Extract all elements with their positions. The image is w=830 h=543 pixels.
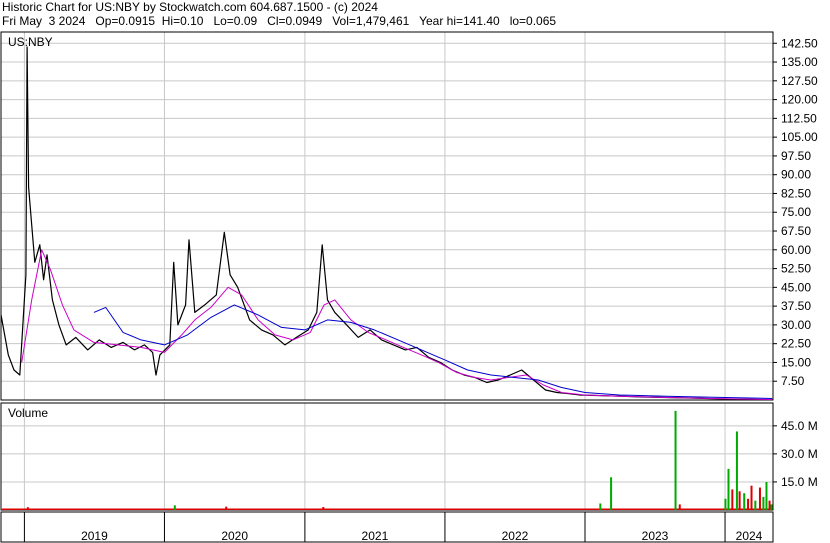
year-label: 2022 — [502, 529, 529, 543]
volume-axis: 45.0 M 30.0 M 15.0 M — [773, 419, 818, 489]
volume-bar — [322, 507, 325, 510]
volume-baseline — [2, 508, 772, 510]
price-tick-label: 112.50 — [781, 111, 817, 125]
volume-bar — [735, 431, 738, 510]
volume-bar — [758, 487, 761, 510]
price-tick-label: 127.50 — [781, 74, 818, 88]
volume-bar — [754, 500, 757, 510]
year-label: 2021 — [362, 529, 389, 543]
price-panel-label: US:NBY — [8, 35, 53, 49]
price-tick-label: 52.50 — [781, 262, 811, 276]
price-tick-label: 60.00 — [781, 243, 811, 257]
price-tick-label: 82.50 — [781, 186, 811, 200]
price-tick-label: 22.50 — [781, 337, 811, 351]
year-axis: 2019 2020 2021 2022 2023 2024 — [23, 512, 763, 543]
price-tick-label: 90.00 — [781, 168, 811, 182]
year-label: 2020 — [221, 529, 248, 543]
volume-tick-label: 45.0 M — [781, 419, 818, 433]
price-tick-label: 105.00 — [781, 130, 818, 144]
stock-chart: US:NBY Volume 142.50 135.00 127.50 120.00 11… — [0, 31, 818, 543]
price-tick-label: 67.50 — [781, 224, 811, 238]
volume-tick-label: 15.0 M — [781, 475, 818, 489]
volume-bar — [731, 489, 734, 510]
volume-bar — [770, 504, 773, 510]
volume-bar — [724, 498, 727, 510]
volume-bar — [727, 468, 730, 510]
year-label: 2023 — [642, 529, 669, 543]
volume-bar — [678, 504, 681, 510]
volume-bar — [750, 485, 753, 510]
price-axis: 142.50 135.00 127.50 120.00 112.50 105.00 97.5… — [773, 36, 818, 388]
volume-bar — [762, 496, 765, 510]
price-tick-label: 135.00 — [781, 55, 818, 69]
volume-panel — [0, 402, 774, 511]
volume-bar — [26, 507, 29, 510]
price-tick-label: 75.00 — [781, 205, 811, 219]
volume-bar — [173, 505, 176, 510]
volume-bar — [738, 491, 741, 510]
price-tick-label: 30.00 — [781, 318, 811, 332]
price-tick-label: 15.00 — [781, 355, 811, 369]
volume-bar — [765, 481, 768, 510]
volume-bar — [674, 410, 677, 510]
volume-bar — [599, 503, 602, 510]
volume-bar — [743, 493, 746, 510]
volume-bar — [610, 477, 613, 510]
price-tick-label: 142.50 — [781, 36, 818, 50]
price-tick-label: 97.50 — [781, 149, 811, 163]
year-label: 2024 — [736, 529, 763, 543]
price-tick-label: 45.00 — [781, 280, 811, 294]
volume-bar — [747, 498, 750, 510]
volume-bar — [225, 506, 228, 510]
price-tick-label: 120.00 — [781, 93, 818, 107]
price-tick-label: 37.50 — [781, 299, 811, 313]
price-tick-label: 7.50 — [781, 374, 805, 388]
volume-panel-label: Volume — [8, 406, 48, 420]
volume-tick-label: 30.0 M — [781, 447, 818, 461]
volume-bar — [768, 500, 771, 510]
volume-grid — [1, 403, 773, 510]
year-label: 2019 — [81, 529, 108, 543]
